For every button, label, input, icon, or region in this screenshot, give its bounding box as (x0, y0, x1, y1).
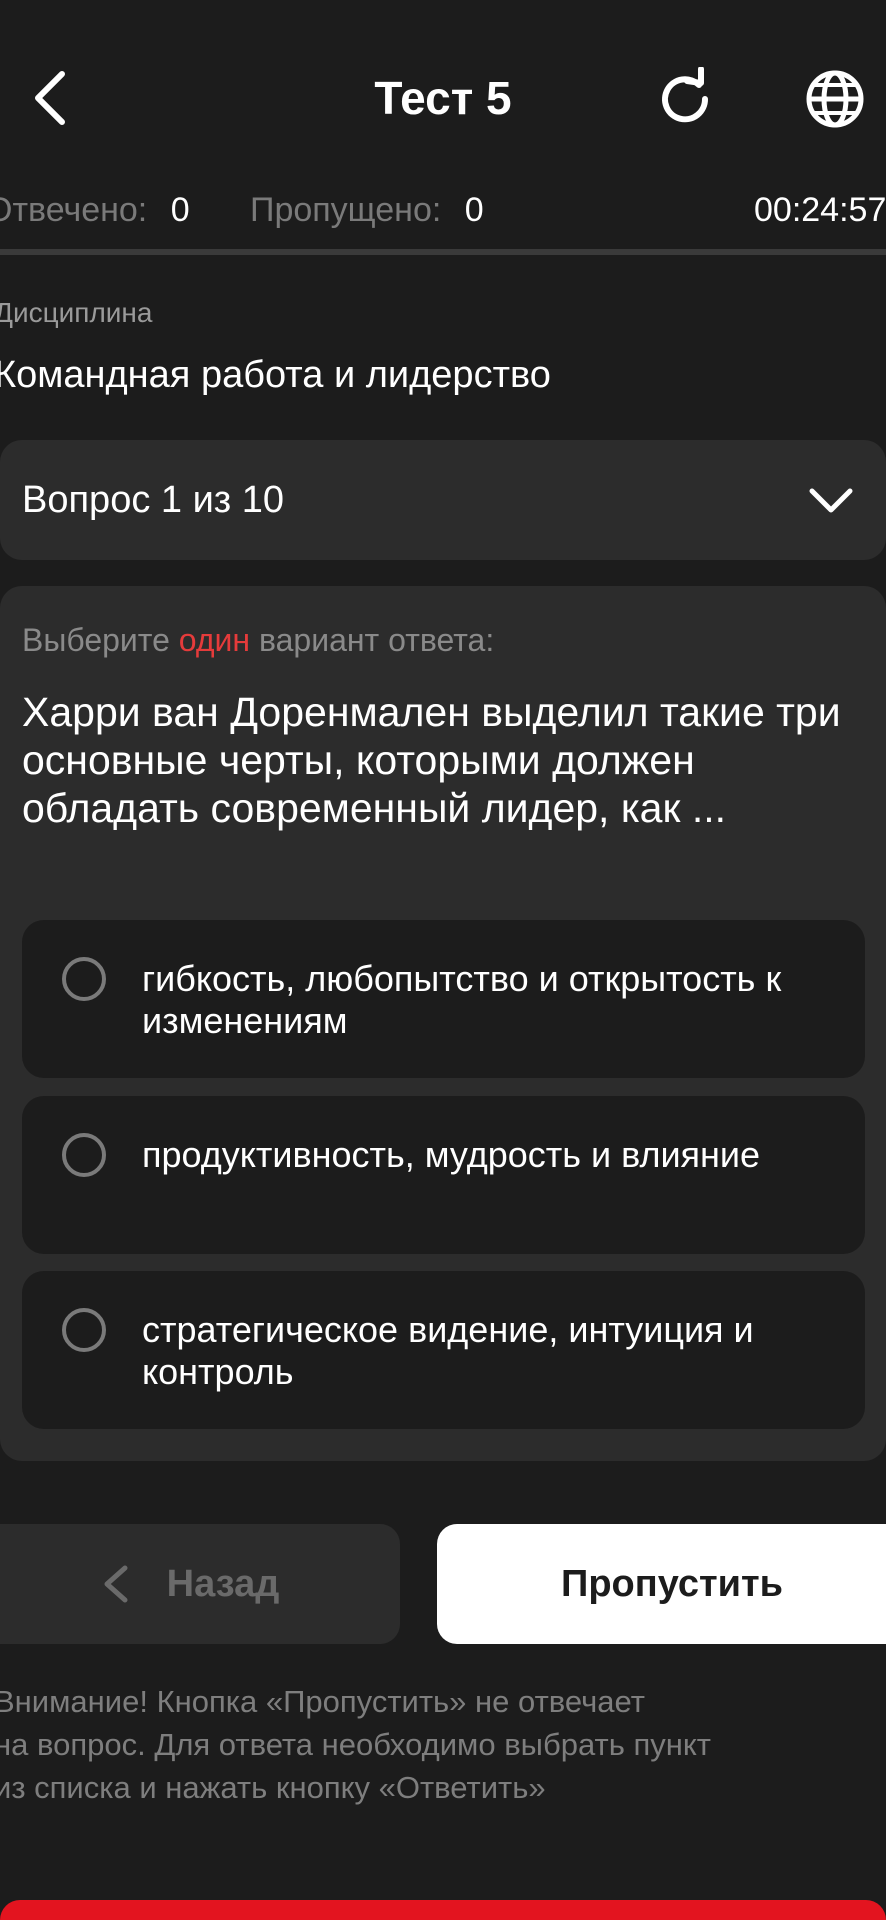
timer: 00:24:57 (754, 191, 886, 229)
instruction-text-end: вариант ответа: (250, 622, 495, 658)
notice-line-1: Внимание! Кнопка «Пропустить» не отвечае… (0, 1684, 645, 1719)
answer-instruction: Выберите один вариант ответа: (22, 616, 494, 664)
notice-line-2: на вопрос. Для ответа необходимо выбрать… (0, 1727, 711, 1762)
skipped-value: 0 (464, 191, 484, 229)
page-title: Тест 5 (374, 72, 512, 124)
answer-option-text: стратегическое видение, интуиция и контр… (142, 1309, 754, 1392)
skipped-counter: Пропущено: 0 (250, 186, 484, 234)
question-text: Харри ван Доренмален выделил такие три о… (22, 689, 841, 831)
instruction-text-start: Выберите (22, 622, 179, 658)
skip-button-label: Пропустить (561, 1562, 783, 1605)
question-card: Выберите один вариант ответа: Харри ван … (0, 586, 886, 1461)
chevron-down-icon (809, 488, 853, 513)
discipline-label: Дисциплина (0, 297, 153, 328)
answer-button-edge[interactable] (0, 1900, 886, 1920)
reload-button[interactable] (650, 64, 720, 134)
discipline-value: Командная работа и лидерство (0, 354, 551, 396)
chevron-left-icon (104, 1565, 128, 1603)
answer-option[interactable]: продуктивность, мудрость и влияние (22, 1096, 865, 1254)
answered-label: Отвечено: (0, 191, 148, 229)
answered-value: 0 (170, 191, 190, 229)
answer-option-text: гибкость, любопытство и открытость к изм… (142, 958, 782, 1041)
globe-icon (806, 70, 864, 128)
answer-option-text: продуктивность, мудрость и влияние (142, 1134, 761, 1175)
radio-button[interactable] (62, 957, 106, 1001)
language-button[interactable] (800, 64, 870, 134)
answered-counter: Отвечено: 0 (0, 186, 190, 234)
question-selector[interactable]: Вопрос 1 из 10 (0, 440, 886, 560)
skip-button[interactable]: Пропустить (437, 1524, 886, 1644)
radio-button[interactable] (62, 1308, 106, 1352)
progress-track (0, 249, 886, 255)
reload-icon (662, 67, 709, 123)
instruction-accent: один (178, 622, 251, 658)
question-selector-label: Вопрос 1 из 10 (22, 479, 285, 521)
answer-option[interactable]: стратегическое видение, интуиция и контр… (22, 1271, 865, 1429)
answer-option[interactable]: гибкость, любопытство и открытость к изм… (22, 920, 865, 1078)
notice-line-3: из списка и нажать кнопку «Ответить» (0, 1770, 546, 1805)
back-button-label: Назад (166, 1562, 280, 1605)
skip-notice: Внимание! Кнопка «Пропустить» не отвечае… (0, 1680, 884, 1809)
skipped-label: Пропущено: (250, 191, 442, 229)
radio-button[interactable] (62, 1133, 106, 1177)
back-button[interactable]: Назад (0, 1524, 400, 1644)
